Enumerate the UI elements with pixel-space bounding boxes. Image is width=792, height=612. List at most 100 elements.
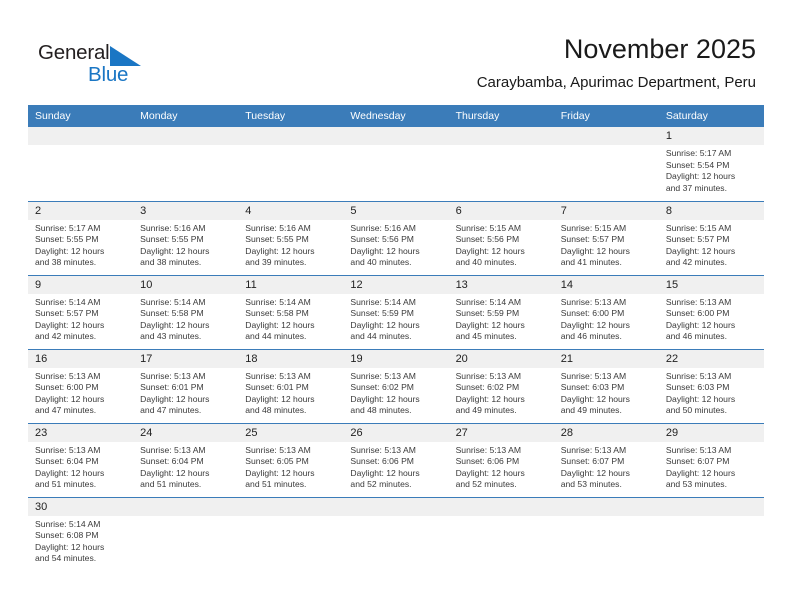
weekday-header-monday: Monday: [133, 105, 239, 127]
day-details: Sunrise: 5:16 AM Sunset: 5:55 PM Daylight:…: [133, 220, 238, 271]
day-number: [658, 497, 764, 516]
day-number: 10: [133, 275, 239, 294]
calendar-day-cell[interactable]: 23 Sunrise: 5:13 AM Sunset: 6:04 PM Dayligh…: [28, 422, 134, 497]
day-number: 27: [448, 423, 554, 442]
sunset-time: Sunset: 6:08 PM: [35, 530, 99, 541]
daylight-duration-line2: and 43 minutes.: [140, 331, 202, 342]
sunrise-time: Sunrise: 5:16 AM: [350, 222, 416, 233]
page-subtitle: Caraybamba, Apurimac Department, Peru: [476, 74, 756, 91]
sunrise-time: Sunrise: 5:13 AM: [560, 296, 627, 307]
calendar-day-cell[interactable]: 9 Sunrise: 5:14 AM Sunset: 5:57 PM Daylight…: [28, 274, 134, 349]
day-details: Sunrise: 5:13 AM Sunset: 6:00 PM Daylight:…: [554, 294, 659, 345]
calendar-day-cell-empty: [448, 496, 554, 571]
calendar-day-cell[interactable]: 14 Sunrise: 5:13 AM Sunset: 6:00 PM Dayligh…: [553, 274, 659, 349]
general-blue-logo[interactable]: General Blue: [38, 41, 158, 89]
calendar-day-cell-empty: [133, 127, 239, 201]
calendar-day-cell[interactable]: 24 Sunrise: 5:13 AM Sunset: 6:04 PM Dayligh…: [133, 422, 239, 497]
calendar-day-cell[interactable]: 29 Sunrise: 5:13 AM Sunset: 6:07 PM Dayligh…: [658, 422, 764, 497]
weekday-header-friday: Friday: [553, 105, 659, 127]
day-number: 21: [553, 349, 659, 368]
daylight-duration-line1: Daylight: 12 hours: [665, 393, 736, 404]
calendar-day-cell[interactable]: 6 Sunrise: 5:15 AM Sunset: 5:56 PM Daylight…: [448, 200, 554, 275]
day-number: 19: [343, 349, 449, 368]
calendar-day-cell[interactable]: 8 Sunrise: 5:15 AM Sunset: 5:57 PM Daylight…: [658, 200, 764, 275]
sunrise-time: Sunrise: 5:14 AM: [455, 296, 522, 307]
calendar-day-cell[interactable]: 11 Sunrise: 5:14 AM Sunset: 5:58 PM Dayligh…: [238, 274, 344, 349]
calendar-day-cell-empty: [448, 127, 554, 201]
calendar-day-cell[interactable]: 27 Sunrise: 5:13 AM Sunset: 6:06 PM Dayligh…: [448, 422, 554, 497]
day-number: 18: [238, 349, 344, 368]
calendar-day-cell[interactable]: 13 Sunrise: 5:14 AM Sunset: 5:59 PM Dayligh…: [448, 274, 554, 349]
weekday-header-wednesday: Wednesday: [343, 105, 449, 127]
day-details: Sunrise: 5:13 AM Sunset: 6:01 PM Daylight:…: [238, 368, 343, 419]
calendar-day-cell[interactable]: 15 Sunrise: 5:13 AM Sunset: 6:00 PM Dayligh…: [658, 274, 764, 349]
sunset-time: Sunset: 6:03 PM: [560, 382, 625, 393]
daylight-duration-line2: and 48 minutes.: [245, 405, 307, 416]
day-details: Sunrise: 5:13 AM Sunset: 6:02 PM Daylight:…: [343, 368, 448, 419]
sunrise-time: Sunrise: 5:16 AM: [245, 222, 311, 233]
calendar-day-cell[interactable]: 20 Sunrise: 5:13 AM Sunset: 6:02 PM Dayligh…: [448, 348, 554, 423]
sunrise-time: Sunrise: 5:14 AM: [245, 296, 311, 307]
calendar-day-cell[interactable]: 2 Sunrise: 5:17 AM Sunset: 5:55 PM Daylight…: [28, 200, 134, 275]
sunset-time: Sunset: 6:07 PM: [560, 456, 625, 467]
daylight-duration-line1: Daylight: 12 hours: [665, 245, 736, 256]
day-number: 1: [658, 127, 764, 145]
daylight-duration-line2: and 41 minutes.: [560, 257, 622, 268]
sunset-time: Sunset: 5:57 PM: [665, 234, 730, 245]
sunset-time: Sunset: 5:59 PM: [455, 308, 520, 319]
calendar-day-cell[interactable]: 25 Sunrise: 5:13 AM Sunset: 6:05 PM Dayligh…: [238, 422, 344, 497]
calendar-day-cell-empty: [553, 496, 659, 571]
daylight-duration-line1: Daylight: 12 hours: [35, 245, 105, 256]
calendar-day-cell[interactable]: 12 Sunrise: 5:14 AM Sunset: 5:59 PM Dayligh…: [343, 274, 449, 349]
day-details: Sunrise: 5:13 AM Sunset: 6:07 PM Daylight:…: [659, 442, 764, 493]
day-details: Sunrise: 5:16 AM Sunset: 5:56 PM Daylight:…: [343, 220, 448, 271]
sunset-time: Sunset: 5:56 PM: [350, 234, 414, 245]
day-number: [343, 127, 449, 145]
day-details: Sunrise: 5:15 AM Sunset: 5:56 PM Daylight:…: [449, 220, 554, 271]
calendar-day-cell[interactable]: 5 Sunrise: 5:16 AM Sunset: 5:56 PM Daylight…: [343, 200, 449, 275]
sunset-time: Sunset: 5:57 PM: [560, 234, 625, 245]
daylight-duration-line1: Daylight: 12 hours: [140, 245, 210, 256]
calendar-day-cell[interactable]: 1 Sunrise: 5:17 AM Sunset: 5:54 PM Daylight…: [658, 127, 764, 201]
day-number: [553, 127, 659, 145]
calendar-day-cell[interactable]: 19 Sunrise: 5:13 AM Sunset: 6:02 PM Dayligh…: [343, 348, 449, 423]
daylight-duration-line2: and 39 minutes.: [245, 257, 307, 268]
daylight-duration-line1: Daylight: 12 hours: [560, 245, 630, 256]
sunset-time: Sunset: 6:06 PM: [455, 456, 520, 467]
calendar-day-cell-empty: [553, 127, 659, 201]
calendar-day-cell[interactable]: 7 Sunrise: 5:15 AM Sunset: 5:57 PM Daylight…: [553, 200, 659, 275]
calendar-day-cell[interactable]: 16 Sunrise: 5:13 AM Sunset: 6:00 PM Dayligh…: [28, 348, 134, 423]
calendar-day-cell[interactable]: 22 Sunrise: 5:13 AM Sunset: 6:03 PM Dayligh…: [658, 348, 764, 423]
daylight-duration-line2: and 47 minutes.: [140, 405, 202, 416]
calendar-day-cell[interactable]: 26 Sunrise: 5:13 AM Sunset: 6:06 PM Dayligh…: [343, 422, 449, 497]
calendar-day-cell[interactable]: 21 Sunrise: 5:13 AM Sunset: 6:03 PM Dayligh…: [553, 348, 659, 423]
calendar-day-cell[interactable]: 10 Sunrise: 5:14 AM Sunset: 5:58 PM Dayligh…: [133, 274, 239, 349]
calendar-day-cell-empty: [238, 496, 344, 571]
sunset-time: Sunset: 5:56 PM: [455, 234, 520, 245]
sunrise-time: Sunrise: 5:13 AM: [665, 370, 732, 381]
day-number: [553, 497, 659, 516]
sunrise-time: Sunrise: 5:13 AM: [455, 370, 522, 381]
daylight-duration-line2: and 44 minutes.: [350, 331, 412, 342]
sunset-time: Sunset: 6:04 PM: [140, 456, 204, 467]
calendar-body: 1 Sunrise: 5:17 AM Sunset: 5:54 PM Daylight…: [28, 127, 764, 571]
calendar-day-cell[interactable]: 30 Sunrise: 5:14 AM Sunset: 6:08 PM Dayligh…: [28, 496, 134, 571]
daylight-duration-line1: Daylight: 12 hours: [455, 245, 525, 256]
day-details: Sunrise: 5:14 AM Sunset: 5:59 PM Daylight:…: [449, 294, 554, 345]
sunrise-time: Sunrise: 5:13 AM: [245, 370, 311, 381]
calendar-day-cell[interactable]: 3 Sunrise: 5:16 AM Sunset: 5:55 PM Daylight…: [133, 200, 239, 275]
daylight-duration-line1: Daylight: 12 hours: [665, 171, 736, 182]
calendar-day-cell-empty: [343, 496, 449, 571]
calendar-week-row: 1 Sunrise: 5:17 AM Sunset: 5:54 PM Daylight…: [28, 127, 764, 201]
calendar-day-cell[interactable]: 28 Sunrise: 5:13 AM Sunset: 6:07 PM Dayligh…: [553, 422, 659, 497]
sunrise-time: Sunrise: 5:15 AM: [665, 222, 732, 233]
daylight-duration-line2: and 51 minutes.: [35, 479, 97, 490]
calendar-week-row: 23 Sunrise: 5:13 AM Sunset: 6:04 PM Dayligh…: [28, 422, 764, 497]
calendar-day-cell[interactable]: 18 Sunrise: 5:13 AM Sunset: 6:01 PM Dayligh…: [238, 348, 344, 423]
daylight-duration-line1: Daylight: 12 hours: [140, 319, 210, 330]
logo-text-general: General: [38, 41, 110, 64]
day-number: [238, 127, 344, 145]
calendar-day-cell[interactable]: 4 Sunrise: 5:16 AM Sunset: 5:55 PM Daylight…: [238, 200, 344, 275]
calendar-day-cell[interactable]: 17 Sunrise: 5:13 AM Sunset: 6:01 PM Dayligh…: [133, 348, 239, 423]
day-details: Sunrise: 5:13 AM Sunset: 6:00 PM Daylight:…: [28, 368, 133, 419]
